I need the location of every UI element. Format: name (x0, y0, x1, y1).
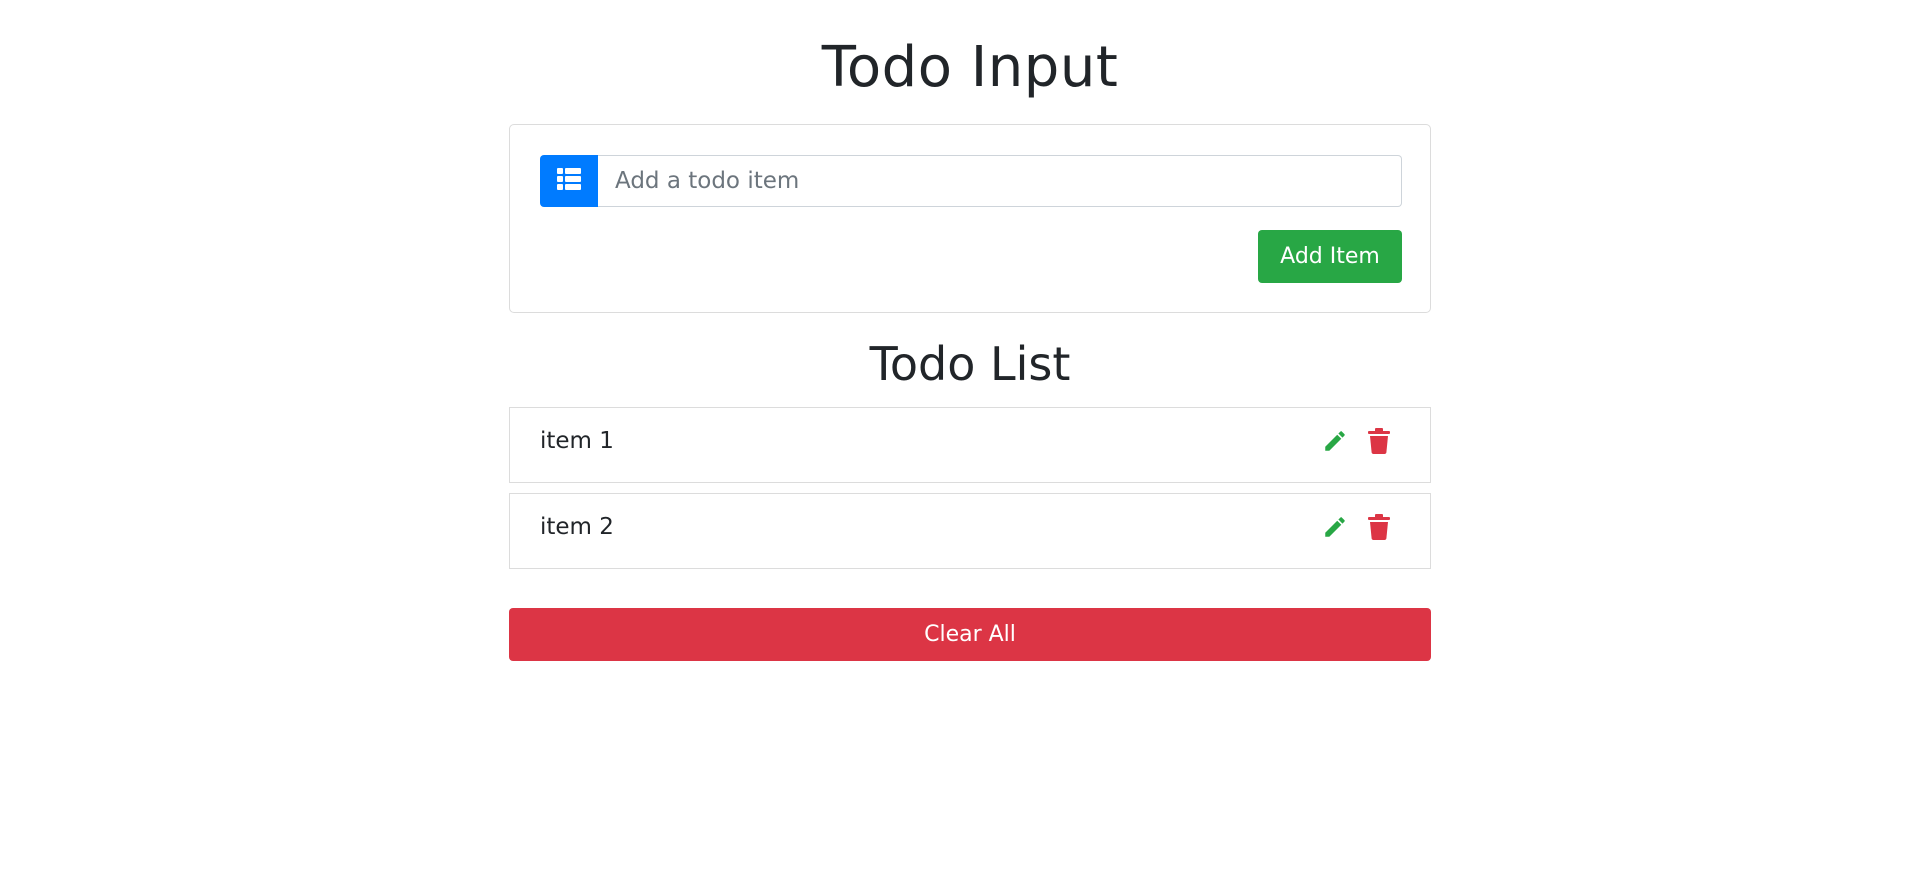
list-item: item 2 (509, 493, 1431, 569)
input-prepend (540, 155, 598, 207)
pencil-icon[interactable] (1322, 513, 1348, 541)
trash-icon[interactable] (1366, 513, 1392, 541)
add-item-button[interactable]: Add Item (1258, 230, 1402, 283)
clear-all-button[interactable]: Clear All (509, 608, 1431, 661)
trash-icon[interactable] (1366, 427, 1392, 455)
list-item-label: item 1 (540, 428, 614, 454)
item-actions (1322, 513, 1392, 541)
list-title: Todo List (869, 337, 1071, 391)
list-icon (557, 168, 581, 194)
list-item: item 1 (509, 407, 1431, 483)
page-title: Todo Input (821, 35, 1119, 100)
list-item-label: item 2 (540, 514, 614, 540)
item-actions (1322, 427, 1392, 455)
todo-input[interactable] (598, 155, 1402, 207)
pencil-icon[interactable] (1322, 427, 1348, 455)
todo-input-group (540, 155, 1402, 207)
todo-input-card: Add Item (509, 124, 1431, 313)
